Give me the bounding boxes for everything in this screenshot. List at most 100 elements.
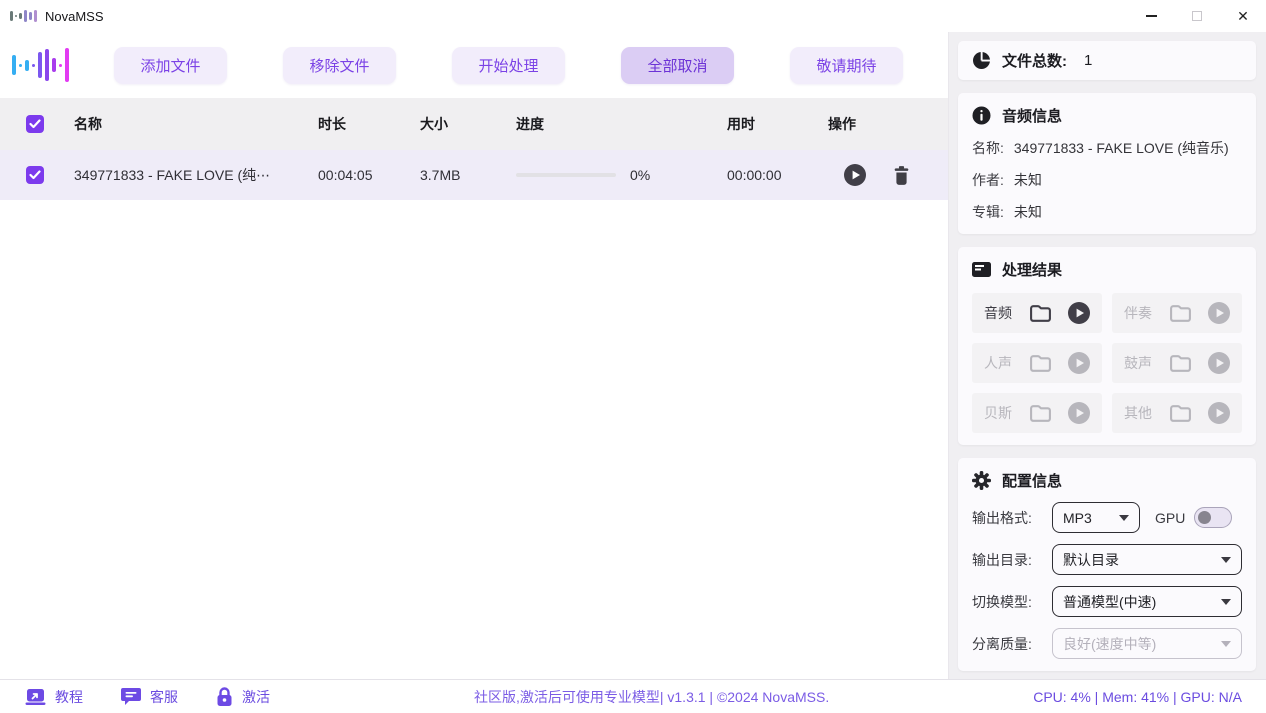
- column-header-actions: 操作: [828, 114, 948, 134]
- audio-artist-label: 作者:: [972, 170, 1004, 190]
- maximize-icon: [1192, 11, 1202, 21]
- coming-soon-button[interactable]: 敬请期待: [790, 47, 903, 84]
- output-dir-label: 输出目录:: [972, 550, 1052, 570]
- quality-label: 分离质量:: [972, 634, 1052, 654]
- table-row[interactable]: 349771833 - FAKE LOVE (纯⋯ 00:04:05 3.7MB…: [0, 150, 948, 200]
- play-icon[interactable]: [1208, 352, 1230, 374]
- chat-icon: [121, 687, 141, 706]
- result-item-accompaniment: 伴奏: [1112, 293, 1242, 333]
- result-label: 鼓声: [1124, 353, 1152, 373]
- chevron-down-icon: [1221, 641, 1231, 647]
- audio-name-label: 名称:: [972, 138, 1004, 158]
- lock-icon: [216, 687, 233, 707]
- play-icon[interactable]: [1208, 302, 1230, 324]
- select-all-checkbox[interactable]: [26, 115, 44, 133]
- tutorial-icon: [25, 688, 46, 706]
- row-duration: 00:04:05: [318, 167, 420, 183]
- chevron-down-icon: [1221, 599, 1231, 605]
- check-icon: [29, 170, 41, 180]
- result-label: 伴奏: [1124, 303, 1152, 323]
- support-label: 客服: [150, 687, 178, 707]
- row-checkbox[interactable]: [26, 166, 44, 184]
- tutorial-link[interactable]: 教程: [25, 687, 83, 707]
- row-delete-button[interactable]: [893, 166, 910, 185]
- progress-label: 0%: [630, 167, 650, 183]
- quality-select: 良好(速度中等): [1052, 628, 1242, 659]
- pie-chart-icon: [972, 51, 991, 70]
- column-header-progress: 进度: [516, 114, 727, 134]
- statusbar: 教程 客服 激活 社区版,激活后可使用专业模型| v1.3.1 | ©202: [0, 679, 1266, 713]
- result-label: 音频: [984, 303, 1012, 323]
- cancel-all-button[interactable]: 全部取消: [621, 47, 734, 84]
- tutorial-label: 教程: [55, 687, 83, 707]
- folder-icon[interactable]: [1169, 353, 1192, 373]
- activate-label: 激活: [242, 687, 270, 707]
- folder-icon[interactable]: [1029, 403, 1052, 423]
- results-card: 处理结果 音频 伴奏 人声: [958, 247, 1256, 445]
- row-name: 349771833 - FAKE LOVE (纯⋯: [65, 165, 318, 185]
- column-header-duration: 时长: [318, 114, 420, 134]
- version-text: 社区版,激活后可使用专业模型| v1.3.1 | ©2024 NovaMSS.: [270, 687, 1033, 707]
- total-files-card: 文件总数: 1: [958, 41, 1256, 80]
- audio-info-title: 音频信息: [1002, 105, 1062, 126]
- row-play-button[interactable]: [844, 164, 866, 186]
- result-item-audio: 音频: [972, 293, 1102, 333]
- close-button[interactable]: ✕: [1220, 0, 1266, 32]
- gear-icon: [972, 471, 991, 490]
- folder-icon[interactable]: [1169, 303, 1192, 323]
- add-files-button[interactable]: 添加文件: [114, 47, 227, 84]
- result-item-other: 其他: [1112, 393, 1242, 433]
- check-icon: [29, 119, 41, 129]
- minimize-icon: [1146, 15, 1157, 17]
- result-item-bass: 贝斯: [972, 393, 1102, 433]
- waveform-logo: [12, 45, 78, 85]
- app-icon: [10, 10, 37, 22]
- output-format-label: 输出格式:: [972, 508, 1052, 528]
- chevron-down-icon: [1119, 515, 1129, 521]
- audio-album-value: 未知: [1014, 202, 1042, 222]
- play-icon[interactable]: [1068, 352, 1090, 374]
- model-label: 切换模型:: [972, 592, 1052, 612]
- main-panel: 添加文件 移除文件 开始处理 全部取消 敬请期待 名称 时长 大小 进度 用时 …: [0, 32, 948, 679]
- folder-icon[interactable]: [1029, 353, 1052, 373]
- column-header-elapsed: 用时: [727, 114, 828, 134]
- start-process-button[interactable]: 开始处理: [452, 47, 565, 84]
- row-size: 3.7MB: [420, 167, 516, 183]
- remove-files-button[interactable]: 移除文件: [283, 47, 396, 84]
- table-empty-area: [0, 200, 948, 679]
- output-dir-select[interactable]: 默认目录: [1052, 544, 1242, 575]
- play-icon[interactable]: [1068, 302, 1090, 324]
- config-title: 配置信息: [1002, 470, 1062, 491]
- results-title: 处理结果: [1002, 259, 1062, 280]
- play-icon[interactable]: [1208, 402, 1230, 424]
- close-icon: ✕: [1237, 9, 1249, 23]
- folder-icon[interactable]: [1029, 303, 1052, 323]
- folder-icon[interactable]: [1169, 403, 1192, 423]
- activate-link[interactable]: 激活: [216, 687, 270, 707]
- play-icon: [844, 164, 866, 186]
- app-window: NovaMSS ✕ 添加文件 移除文件 开始处理 全部取消: [0, 0, 1266, 713]
- trash-icon: [893, 166, 910, 185]
- chevron-down-icon: [1221, 557, 1231, 563]
- output-format-select[interactable]: MP3: [1052, 502, 1140, 533]
- total-files-value: 1: [1084, 52, 1092, 69]
- result-item-drums: 鼓声: [1112, 343, 1242, 383]
- minimize-button[interactable]: [1128, 0, 1174, 32]
- system-stats: CPU: 4% | Mem: 41% | GPU: N/A: [1033, 689, 1242, 705]
- maximize-button[interactable]: [1174, 0, 1220, 32]
- audio-album-label: 专辑:: [972, 202, 1004, 222]
- result-label: 人声: [984, 353, 1012, 373]
- table-header: 名称 时长 大小 进度 用时 操作: [0, 98, 948, 150]
- gpu-toggle[interactable]: [1194, 507, 1232, 528]
- titlebar: NovaMSS ✕: [0, 0, 1266, 32]
- audio-info-card: 音频信息 名称: 349771833 - FAKE LOVE (纯音乐) 作者: 未…: [958, 93, 1256, 234]
- column-header-name: 名称: [65, 114, 318, 134]
- play-icon[interactable]: [1068, 402, 1090, 424]
- config-card: 配置信息 输出格式: MP3 GPU 输出目录: 默认目录: [958, 458, 1256, 671]
- toggle-knob: [1198, 511, 1211, 524]
- output-format-value: MP3: [1063, 510, 1092, 526]
- model-select[interactable]: 普通模型(中速): [1052, 586, 1242, 617]
- model-value: 普通模型(中速): [1063, 592, 1156, 612]
- audio-name-value: 349771833 - FAKE LOVE (纯音乐): [1014, 138, 1229, 158]
- support-link[interactable]: 客服: [121, 687, 178, 707]
